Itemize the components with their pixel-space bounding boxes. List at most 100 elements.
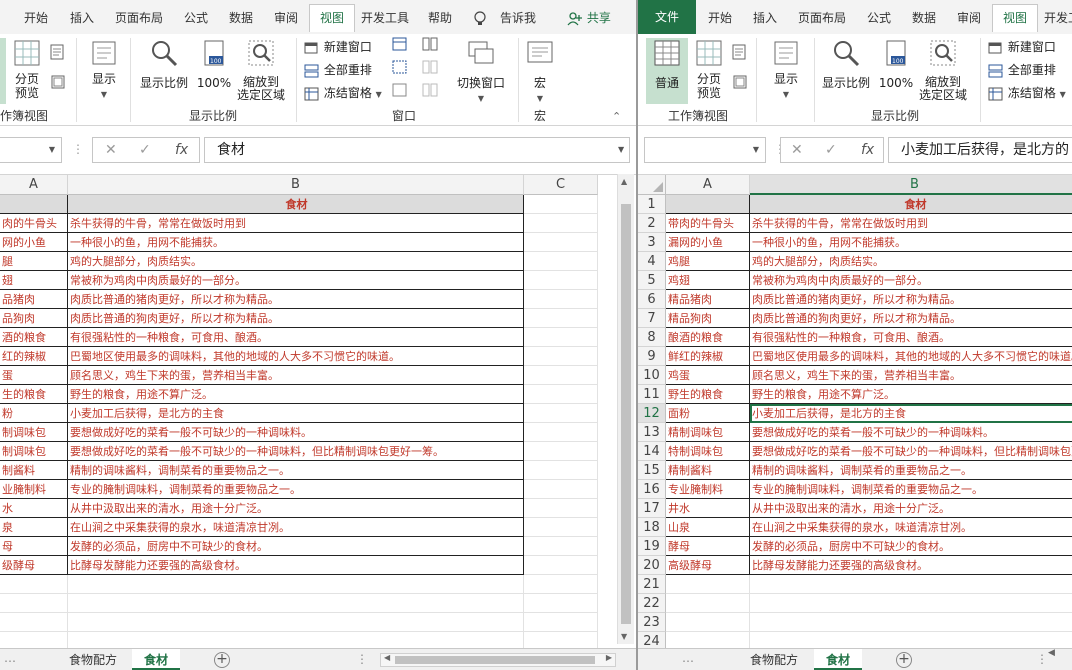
column-header[interactable]: A [0, 175, 68, 195]
new-window-button[interactable]: 新建窗口 [304, 37, 372, 57]
cell-b[interactable]: 发酵的必须品，厨房中不可缺少的食材。 [68, 537, 524, 556]
zoom-to-selection-button[interactable]: 缩放到 选定区域 [918, 38, 968, 104]
row-header[interactable]: 22 [638, 594, 666, 613]
column-header[interactable]: B [750, 175, 1072, 195]
active-cell[interactable]: 小麦加工后获得，是北方的主食 [750, 404, 1072, 423]
cell-a[interactable]: 井水 [666, 499, 750, 518]
tab-page-layout[interactable]: 页面布局 [115, 6, 163, 30]
row-header[interactable]: 12 [638, 404, 666, 423]
lightbulb-icon[interactable] [473, 6, 487, 30]
header-cell[interactable]: 食材 [750, 195, 1072, 214]
column-header[interactable]: B [68, 175, 524, 195]
cell-c[interactable] [524, 423, 598, 442]
cell-b[interactable]: 专业的腌制调味料，调制菜肴的重要物品之一。 [750, 480, 1072, 499]
row-header[interactable]: 17 [638, 499, 666, 518]
cell-c[interactable] [524, 309, 598, 328]
cell-b[interactable] [68, 613, 524, 632]
cell-a[interactable]: 带肉的牛骨头 [666, 214, 750, 233]
macros-button[interactable]: 宏 ▼ [522, 38, 558, 104]
cell-b[interactable]: 从井中汲取出来的清水，用途十分广泛。 [750, 499, 1072, 518]
cancel-icon[interactable]: ✕ [791, 142, 803, 158]
cell-c[interactable] [524, 195, 598, 214]
cell-b[interactable] [750, 575, 1072, 594]
cell-a[interactable]: 肉的牛骨头 [0, 214, 68, 233]
cell-b[interactable]: 鸡的大腿部分，肉质结实。 [68, 252, 524, 271]
tab-data[interactable]: 数据 [229, 6, 253, 30]
worksheet-grid[interactable]: A B 1 食材 2 带肉的牛骨头 杀牛获得的牛骨，常常在做饭时用到 3 漏网的小鱼 一种很小的鱼… [638, 174, 1072, 670]
cell-c[interactable] [524, 290, 598, 309]
cell-a[interactable]: 酒的粮食 [0, 328, 68, 347]
cell-a[interactable]: 红的辣椒 [0, 347, 68, 366]
tab-home[interactable]: 开始 [24, 6, 48, 30]
cell-b[interactable]: 杀牛获得的牛骨，常常在做饭时用到 [68, 214, 524, 233]
cell-a[interactable]: 粉 [0, 404, 68, 423]
cancel-icon[interactable]: ✕ [105, 142, 117, 158]
cell-b[interactable]: 有很强粘性的一种粮食，可食用、酿酒。 [750, 328, 1072, 347]
row-header[interactable]: 15 [638, 461, 666, 480]
cell-a[interactable]: 翅 [0, 271, 68, 290]
cell-c[interactable] [524, 594, 598, 613]
cell-c[interactable] [524, 480, 598, 499]
ellipsis-icon[interactable]: … [682, 651, 694, 665]
expand-formula-icon[interactable]: ▼ [618, 145, 624, 154]
cell-c[interactable] [524, 461, 598, 480]
sheet-tab-ingredients[interactable]: 食材 [132, 649, 180, 670]
cell-b[interactable]: 杀牛获得的牛骨，常常在做饭时用到 [750, 214, 1072, 233]
cell-c[interactable] [524, 518, 598, 537]
sync-scroll-icon[interactable] [422, 60, 438, 80]
cell-a[interactable]: 制调味包 [0, 442, 68, 461]
normal-view-button-edge[interactable] [0, 38, 6, 104]
cell-a[interactable]: 水 [0, 499, 68, 518]
tab-developer[interactable]: 开发工具 [361, 6, 409, 30]
tab-insert[interactable]: 插入 [753, 6, 777, 30]
column-header[interactable]: A [666, 175, 750, 195]
cell-a[interactable]: 业腌制料 [0, 480, 68, 499]
formula-input[interactable]: 食材 [204, 137, 630, 163]
page-layout-view-icon[interactable] [732, 44, 746, 64]
arrange-all-button[interactable]: 全部重排 [304, 60, 372, 80]
cell-c[interactable] [524, 347, 598, 366]
tab-formulas[interactable]: 公式 [184, 6, 208, 30]
cell-a[interactable]: 泉 [0, 518, 68, 537]
cell-c[interactable] [524, 575, 598, 594]
cell-b[interactable]: 肉质比普通的狗肉更好，所以才称为精品。 [68, 309, 524, 328]
worksheet-grid[interactable]: A B C 食材 肉的牛骨头 杀牛获得的牛骨，常常在做饭时用到 网的小鱼 一种很小的鱼，用网不… [0, 174, 636, 670]
cell-c[interactable] [524, 214, 598, 233]
cell-b[interactable]: 小麦加工后获得，是北方的主食 [68, 404, 524, 423]
cell-b[interactable]: 要想做成好吃的菜肴一般不可缺少的一种调味料。 [750, 423, 1072, 442]
column-header[interactable]: C [524, 175, 598, 195]
cell-b[interactable] [750, 613, 1072, 632]
row-header[interactable]: 21 [638, 575, 666, 594]
page-layout-view-icon[interactable] [50, 44, 64, 64]
cell-c[interactable] [524, 233, 598, 252]
cell-b[interactable]: 精制的调味酱料，调制菜肴的重要物品之一。 [750, 461, 1072, 480]
show-button[interactable]: 显示 ▼ [768, 38, 804, 104]
tab-formulas[interactable]: 公式 [867, 6, 891, 30]
scroll-thumb[interactable] [621, 204, 631, 624]
cell-a[interactable] [666, 594, 750, 613]
cell-c[interactable] [524, 366, 598, 385]
normal-view-button[interactable]: 普通 [646, 38, 688, 104]
cell-a[interactable]: 漏网的小鱼 [666, 233, 750, 252]
insert-function-icon[interactable]: fx [175, 142, 188, 158]
select-all-corner[interactable] [638, 175, 666, 195]
cell-b[interactable]: 精制的调味酱料，调制菜肴的重要物品之一。 [68, 461, 524, 480]
tab-review[interactable]: 审阅 [957, 6, 981, 30]
cell-a[interactable]: 野生的粮食 [666, 385, 750, 404]
row-header[interactable]: 19 [638, 537, 666, 556]
page-break-preview-button[interactable]: 分页 预览 [8, 38, 46, 104]
cell-b[interactable]: 在山涧之中采集获得的泉水，味道清凉甘冽。 [750, 518, 1072, 537]
row-header[interactable]: 10 [638, 366, 666, 385]
cell-b[interactable]: 从井中汲取出来的清水，用途十分广泛。 [68, 499, 524, 518]
row-header[interactable]: 18 [638, 518, 666, 537]
row-header[interactable]: 5 [638, 271, 666, 290]
cell-a[interactable]: 酵母 [666, 537, 750, 556]
hide-icon[interactable] [392, 60, 408, 80]
cell-b[interactable]: 专业的腌制调味料，调制菜肴的重要物品之一。 [68, 480, 524, 499]
row-header[interactable]: 16 [638, 480, 666, 499]
cell-c[interactable] [524, 556, 598, 575]
tab-view[interactable]: 视图 [992, 4, 1038, 32]
tab-insert[interactable]: 插入 [70, 6, 94, 30]
cell-a[interactable]: 山泉 [666, 518, 750, 537]
cell-a[interactable]: 蛋 [0, 366, 68, 385]
